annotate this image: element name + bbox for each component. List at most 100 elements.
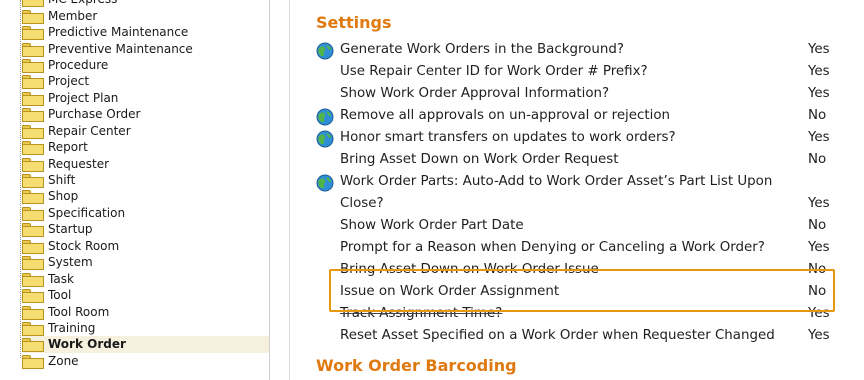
tree-item[interactable]: Shop xyxy=(22,188,269,205)
folder-icon xyxy=(22,58,44,73)
tree-item-label: Requester xyxy=(48,156,110,171)
setting-label: Bring Asset Down on Work Order Request xyxy=(340,152,619,167)
tree-connector-line xyxy=(20,0,21,358)
tree-item[interactable]: System xyxy=(22,254,269,271)
setting-row[interactable]: Issue on Work Order Assignment No xyxy=(314,281,834,303)
tree-item[interactable]: Training xyxy=(22,320,269,336)
folder-icon xyxy=(22,173,44,189)
settings-panel: Settings Generate Work Orders in the Bac… xyxy=(290,0,864,380)
setting-label: Track Assignment Time? xyxy=(340,306,503,321)
tree-item[interactable]: Tool Room xyxy=(22,303,269,320)
folder-icon xyxy=(22,255,44,271)
folder-icon xyxy=(22,305,44,320)
folder-icon xyxy=(22,107,44,123)
tree-item-label: Project xyxy=(48,74,90,89)
folder-icon xyxy=(22,91,44,106)
setting-row[interactable]: Close? Yes xyxy=(314,193,834,215)
folder-icon xyxy=(22,222,44,238)
tree-item[interactable]: Member xyxy=(22,7,269,24)
tree-item-label: Predictive Maintenance xyxy=(48,25,189,40)
tree-item-label: Task xyxy=(48,271,74,286)
folder-icon xyxy=(22,0,44,8)
setting-label: Show Work Order Part Date xyxy=(340,218,524,233)
tree-item[interactable]: Startup xyxy=(22,221,269,238)
setting-label: Use Repair Center ID for Work Order # Pr… xyxy=(340,64,648,79)
tree-item-label: Tool xyxy=(48,288,72,303)
setting-label: Issue on Work Order Assignment xyxy=(340,284,560,299)
setting-row[interactable]: Work Order Parts: Auto-Add to Work Order… xyxy=(314,171,834,193)
tree-item-label: Training xyxy=(48,320,96,335)
tree-item-label: System xyxy=(48,255,93,270)
tree-item[interactable]: Zone xyxy=(22,353,269,369)
setting-row[interactable]: Show Work Order Part Date No xyxy=(314,215,834,237)
setting-row[interactable]: Track Assignment Time? Yes xyxy=(314,303,834,325)
tree-item[interactable]: Purchase Order xyxy=(22,106,269,123)
tree-item[interactable]: MC Express xyxy=(22,0,269,8)
setting-row[interactable]: Reset Asset Specified on a Work Order wh… xyxy=(314,325,834,347)
globe-icon xyxy=(316,174,334,192)
tree-item[interactable]: Project Plan xyxy=(22,90,269,106)
tree-item[interactable]: Tool xyxy=(22,287,269,304)
tree-item-label: Purchase Order xyxy=(48,107,141,122)
tree-item[interactable]: Repair Center xyxy=(22,123,269,139)
folder-icon xyxy=(22,288,44,304)
setting-row[interactable]: Generate Work Orders in the Background? Y… xyxy=(314,39,834,61)
tree-item-label: Zone xyxy=(48,353,79,368)
tree-item[interactable]: Report xyxy=(22,139,269,156)
folder-icon xyxy=(22,42,44,57)
setting-row[interactable]: Bring Asset Down on Work Order Request No xyxy=(314,149,834,171)
tree-item-label: Shift xyxy=(48,173,76,188)
setting-row[interactable]: Remove all approvals on un-approval or r… xyxy=(314,105,834,127)
tree-item[interactable]: Project xyxy=(22,73,269,90)
setting-value: Yes xyxy=(808,86,830,101)
tree-item-label: Shop xyxy=(48,189,79,204)
settings-section-title: Settings xyxy=(316,13,392,32)
tree-item-label: Project Plan xyxy=(48,90,119,105)
tree-item[interactable]: Requester xyxy=(22,155,269,172)
setting-label: Work Order Parts: Auto-Add to Work Order… xyxy=(340,174,773,189)
tree-item[interactable]: Stock Room xyxy=(22,238,269,254)
setting-value: Yes xyxy=(808,240,830,255)
folder-icon xyxy=(22,25,44,41)
setting-row[interactable]: Bring Asset Down on Work Order Issue No xyxy=(314,259,834,281)
tree-item[interactable]: Predictive Maintenance xyxy=(22,24,269,41)
tree-item[interactable]: Shift xyxy=(22,172,269,189)
splitter[interactable] xyxy=(271,0,290,380)
tree-item-label: Procedure xyxy=(48,57,109,72)
folder-icon xyxy=(22,74,44,90)
setting-value: Yes xyxy=(808,196,830,211)
globe-icon xyxy=(316,130,334,148)
folder-icon xyxy=(22,354,44,369)
setting-label: Reset Asset Specified on a Work Order wh… xyxy=(340,328,775,343)
tree-item-label: Report xyxy=(48,140,88,155)
setting-row[interactable]: Honor smart transfers on updates to work… xyxy=(314,127,834,149)
tree-item-label: Member xyxy=(48,8,98,23)
tree-item-label: Tool Room xyxy=(48,304,110,319)
folder-icon xyxy=(22,140,44,156)
tree-item-label: Specification xyxy=(48,205,126,220)
tree-item-label: Preventive Maintenance xyxy=(48,41,193,56)
setting-label: Remove all approvals on un-approval or r… xyxy=(340,108,671,123)
setting-value: No xyxy=(808,108,827,123)
setting-label: Close? xyxy=(340,196,384,211)
tree-item[interactable]: Specification xyxy=(22,205,269,221)
setting-value: Yes xyxy=(808,306,830,321)
setting-row[interactable]: Prompt for a Reason when Denying or Canc… xyxy=(314,237,834,259)
tree-item[interactable]: Task xyxy=(22,270,269,287)
folder-icon xyxy=(22,206,44,221)
setting-value: No xyxy=(808,262,827,277)
folder-icon xyxy=(22,124,44,139)
folder-icon xyxy=(22,189,44,205)
setting-row[interactable]: Use Repair Center ID for Work Order # Pr… xyxy=(314,61,834,83)
tree-item[interactable]: Procedure xyxy=(22,57,269,73)
module-tree: MC ExpressMemberPredictive MaintenancePr… xyxy=(0,0,270,380)
setting-value: Yes xyxy=(808,64,830,79)
setting-label: Honor smart transfers on updates to work… xyxy=(340,130,676,145)
tree-item-label: Startup xyxy=(48,222,93,237)
folder-icon xyxy=(22,9,44,24)
folder-icon xyxy=(22,337,44,353)
tree-item[interactable]: Preventive Maintenance xyxy=(22,40,269,57)
setting-row[interactable]: Show Work Order Approval Information? Yes xyxy=(314,83,834,105)
folder-icon xyxy=(22,272,44,287)
tree-item[interactable]: Work Order xyxy=(22,336,269,353)
